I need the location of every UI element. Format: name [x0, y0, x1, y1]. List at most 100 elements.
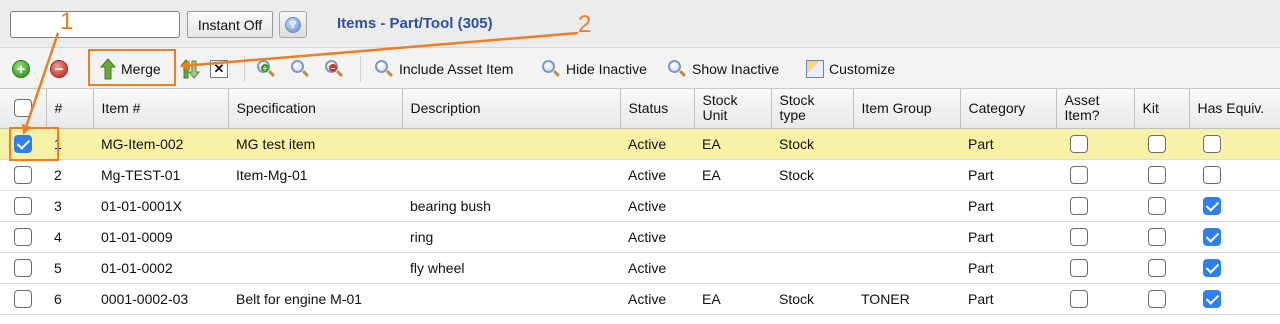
- column-header-num[interactable]: #: [46, 89, 94, 129]
- equiv-cell: [1189, 128, 1280, 160]
- row-select-checkbox[interactable]: [14, 227, 32, 246]
- zoom-out-button[interactable]: −: [324, 55, 344, 83]
- column-header-specification[interactable]: Specification: [228, 89, 403, 129]
- item-number-cell: 0001-0002-03: [93, 283, 228, 315]
- column-header-stock-unit[interactable]: Stock Unit: [694, 89, 772, 129]
- show-inactive-button[interactable]: Show Inactive: [667, 55, 779, 83]
- status-cell: Active: [620, 159, 694, 191]
- item-group-cell: [853, 252, 960, 284]
- description-cell: [402, 159, 620, 191]
- column-header-status[interactable]: Status: [620, 89, 695, 129]
- equiv-checkbox[interactable]: [1203, 165, 1221, 184]
- asset-checkbox[interactable]: [1070, 258, 1088, 277]
- specification-cell: [228, 252, 402, 284]
- equiv-checkbox[interactable]: [1203, 196, 1221, 215]
- stock-type-cell: [771, 190, 853, 222]
- add-button[interactable]: +: [12, 55, 30, 83]
- search-button[interactable]: [290, 55, 310, 83]
- category-cell: Part: [960, 252, 1056, 284]
- status-cell: Active: [620, 221, 694, 253]
- stock-unit-cell: EA: [694, 128, 771, 160]
- asset-checkbox[interactable]: [1070, 289, 1088, 308]
- stock-type-cell: Stock: [771, 159, 853, 191]
- row-select-cell[interactable]: [0, 252, 46, 284]
- description-cell: fly wheel: [402, 252, 620, 284]
- column-header-asset-item[interactable]: Asset Item?: [1056, 89, 1135, 129]
- column-header-item[interactable]: Item #: [93, 89, 229, 129]
- column-header-stock-type[interactable]: Stock type: [771, 89, 854, 129]
- equiv-checkbox[interactable]: [1203, 134, 1221, 153]
- kit-checkbox[interactable]: [1148, 165, 1166, 184]
- row-select-cell[interactable]: [0, 221, 46, 253]
- table-row[interactable]: 2 Mg-TEST-01 Item-Mg-01 Active EA Stock Part: [0, 159, 1280, 191]
- kit-checkbox[interactable]: [1148, 227, 1166, 246]
- stock-unit-cell: EA: [694, 283, 771, 315]
- row-select-cell[interactable]: [0, 283, 46, 315]
- kit-checkbox[interactable]: [1148, 196, 1166, 215]
- delete-button[interactable]: −: [50, 55, 68, 83]
- kit-cell: [1134, 252, 1189, 284]
- column-header-description[interactable]: Description: [402, 89, 621, 129]
- item-number-cell: 01-01-0002: [93, 252, 228, 284]
- column-header-category[interactable]: Category: [960, 89, 1057, 129]
- asset-checkbox[interactable]: [1070, 165, 1088, 184]
- table-row[interactable]: 3 01-01-0001X bearing bush Active Part: [0, 190, 1280, 222]
- top-bar: Instant Off ? Items - Part/Tool (305): [0, 0, 1280, 48]
- table-row[interactable]: 4 01-01-0009 ring Active Part: [0, 221, 1280, 253]
- row-select-checkbox[interactable]: [14, 289, 32, 308]
- item-group-cell: [853, 190, 960, 222]
- include-asset-item-button[interactable]: Include Asset Item: [374, 55, 513, 83]
- minus-circle-icon: −: [50, 60, 68, 78]
- search-input[interactable]: [10, 11, 180, 38]
- category-cell: Part: [960, 128, 1056, 160]
- row-select-checkbox[interactable]: [14, 196, 32, 215]
- kit-cell: [1134, 128, 1189, 160]
- split-arrows-icon: [180, 59, 200, 79]
- clear-button[interactable]: ✕: [210, 55, 228, 83]
- customize-button[interactable]: Customize: [806, 55, 895, 83]
- row-select-checkbox[interactable]: [14, 258, 32, 277]
- customize-label: Customize: [829, 61, 896, 77]
- column-header-item-group[interactable]: Item Group: [853, 89, 961, 129]
- kit-cell: [1134, 159, 1189, 191]
- asset-checkbox[interactable]: [1070, 227, 1088, 246]
- select-all-checkbox[interactable]: [14, 99, 32, 118]
- status-cell: Active: [620, 283, 694, 315]
- zoom-out-icon: −: [324, 59, 344, 79]
- asset-checkbox[interactable]: [1070, 134, 1088, 153]
- kit-checkbox[interactable]: [1148, 289, 1166, 308]
- description-cell: ring: [402, 221, 620, 253]
- column-header-kit[interactable]: Kit: [1134, 89, 1190, 129]
- stock-unit-cell: [694, 221, 771, 253]
- close-box-icon: ✕: [210, 60, 228, 78]
- row-select-cell[interactable]: [0, 159, 46, 191]
- help-icon[interactable]: ?: [279, 11, 307, 38]
- equiv-cell: [1189, 283, 1280, 315]
- instant-toggle-button[interactable]: Instant Off: [187, 11, 273, 38]
- split-button[interactable]: [180, 55, 200, 83]
- stock-type-cell: Stock: [771, 283, 853, 315]
- item-number-cell: 01-01-0001X: [93, 190, 228, 222]
- hide-inactive-button[interactable]: Hide Inactive: [541, 55, 647, 83]
- table-row[interactable]: 6 0001-0002-03 Belt for engine M-01 Active E…: [0, 283, 1280, 315]
- kit-cell: [1134, 283, 1189, 315]
- kit-checkbox[interactable]: [1148, 258, 1166, 277]
- row-number-cell: 4: [46, 221, 93, 253]
- row-select-checkbox[interactable]: [14, 165, 32, 184]
- zoom-in-button[interactable]: +: [256, 55, 276, 83]
- toolbar: + − Merge ✕ + − Include Asset Item Hide …: [0, 48, 1280, 89]
- row-select-cell[interactable]: [0, 190, 46, 222]
- stock-type-cell: Stock: [771, 128, 853, 160]
- row-number-cell: 3: [46, 190, 93, 222]
- equiv-checkbox[interactable]: [1203, 227, 1221, 246]
- stock-type-cell: [771, 252, 853, 284]
- equiv-checkbox[interactable]: [1203, 289, 1221, 308]
- table-row[interactable]: 5 01-01-0002 fly wheel Active Part: [0, 252, 1280, 284]
- equiv-checkbox[interactable]: [1203, 258, 1221, 277]
- kit-checkbox[interactable]: [1148, 134, 1166, 153]
- select-all-header[interactable]: [0, 89, 47, 129]
- items-table: # Item # Specification Description Statu…: [0, 89, 1280, 315]
- column-header-has-equiv[interactable]: Has Equiv.: [1189, 89, 1280, 129]
- table-row[interactable]: 1 MG-Item-002 MG test item Active EA Stock Par…: [0, 128, 1280, 160]
- asset-checkbox[interactable]: [1070, 196, 1088, 215]
